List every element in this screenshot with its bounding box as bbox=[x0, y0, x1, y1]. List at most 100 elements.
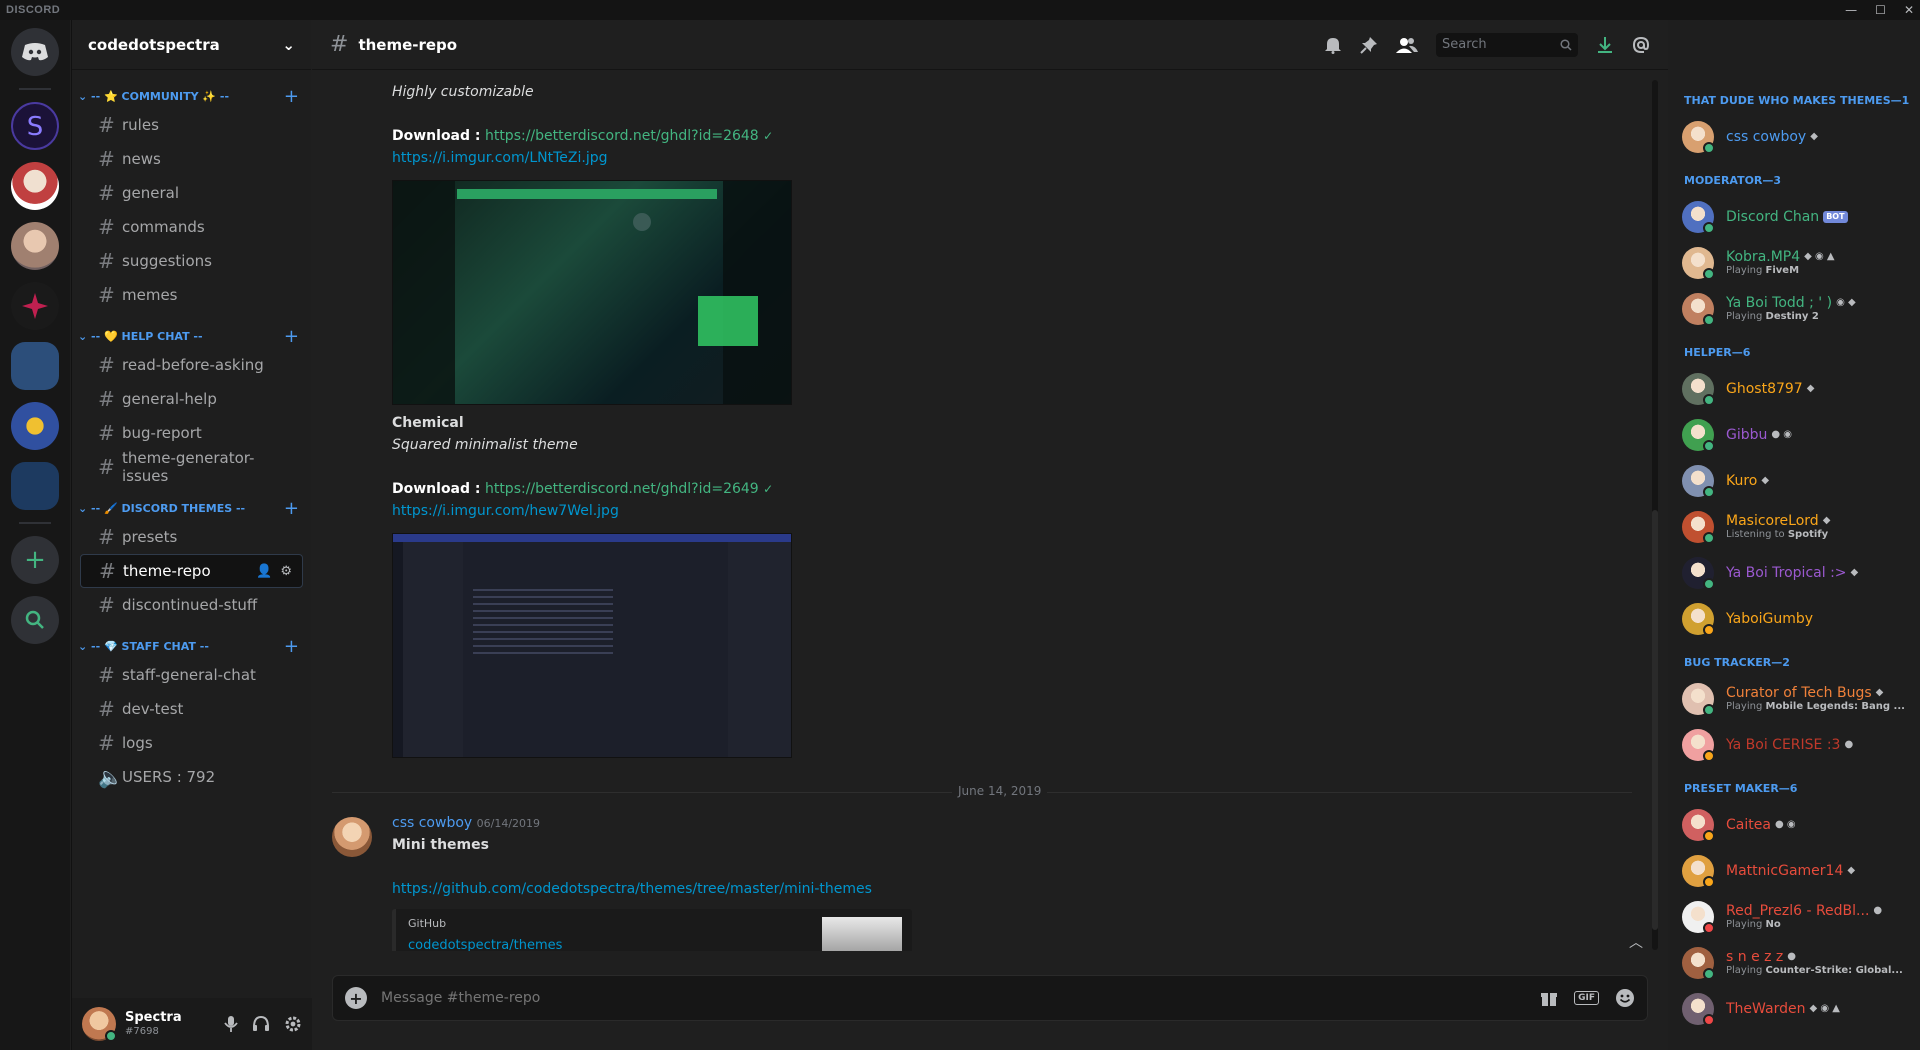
channel-item[interactable]: # memes bbox=[80, 278, 303, 312]
server-icon-3[interactable] bbox=[11, 222, 59, 270]
channel-item[interactable]: 🔈 USERS : 792 bbox=[80, 760, 303, 794]
server-icon-5[interactable] bbox=[11, 342, 59, 390]
member-list-icon[interactable] bbox=[1396, 36, 1418, 54]
download-icon[interactable] bbox=[1596, 36, 1614, 54]
member-item[interactable]: Ya Boi Tropical :> ◆ bbox=[1668, 550, 1920, 596]
close-icon[interactable]: ✕ bbox=[1904, 3, 1914, 17]
channel-item[interactable]: # suggestions bbox=[80, 244, 303, 278]
channel-category[interactable]: ⌄ -- 💛 HELP CHAT -- + bbox=[72, 324, 311, 348]
member-item[interactable]: TheWarden ◆ ◉ ▲ bbox=[1668, 986, 1920, 1032]
add-channel-icon[interactable]: + bbox=[284, 636, 299, 657]
channel-item[interactable]: # bug-report bbox=[80, 416, 303, 450]
svg-text:S: S bbox=[27, 112, 44, 141]
member-item[interactable]: Gibbu ● ◉ bbox=[1668, 412, 1920, 458]
gear-icon[interactable] bbox=[284, 1015, 302, 1033]
channel-item[interactable]: # staff-general-chat bbox=[80, 658, 303, 692]
mentions-icon[interactable] bbox=[1632, 36, 1650, 54]
member-item[interactable]: YaboiGumby bbox=[1668, 596, 1920, 642]
microphone-icon[interactable] bbox=[224, 1015, 238, 1033]
member-item[interactable]: MattnicGamer14 ◆ bbox=[1668, 848, 1920, 894]
message-scrollbar[interactable] bbox=[1652, 80, 1658, 950]
download-label: Download : bbox=[392, 128, 481, 144]
add-channel-icon[interactable]: + bbox=[284, 86, 299, 107]
message-author[interactable]: css cowboy bbox=[392, 815, 472, 831]
channel-item[interactable]: # read-before-asking bbox=[80, 348, 303, 382]
home-button[interactable] bbox=[11, 28, 59, 76]
channel-item[interactable]: # commands bbox=[80, 210, 303, 244]
member-item[interactable]: Ghost8797 ◆ bbox=[1668, 366, 1920, 412]
member-item[interactable]: Ya Boi CERISE :3 ● bbox=[1668, 722, 1920, 768]
member-item[interactable]: Kobra.MP4 ◆ ◉ ▲ Playing FiveM bbox=[1668, 240, 1920, 286]
upload-plus-button[interactable]: + bbox=[345, 987, 367, 1009]
member-item[interactable]: s n e z z ● Playing Counter-Strike: Global… bbox=[1668, 940, 1920, 986]
gif-button[interactable]: GIF bbox=[1574, 991, 1599, 1005]
member-item[interactable]: Red_Prezl6 - RedBl... ● Playing No bbox=[1668, 894, 1920, 940]
theme-preview-image[interactable] bbox=[392, 533, 792, 758]
member-avatar bbox=[1682, 809, 1715, 842]
channel-category[interactable]: ⌄ -- 🖌️ DISCORD THEMES -- + bbox=[72, 496, 311, 520]
github-link[interactable]: https://github.com/codedotspectra/themes… bbox=[392, 881, 872, 897]
channel-category[interactable]: ⌄ -- ⭐ COMMUNITY ✨ -- + bbox=[72, 84, 311, 108]
message-input[interactable] bbox=[381, 990, 1541, 1006]
channel-item[interactable]: # news bbox=[80, 142, 303, 176]
search-input[interactable]: Search bbox=[1436, 32, 1578, 57]
channel-name: theme-generator-issues bbox=[122, 449, 255, 485]
member-item[interactable]: Discord Chan BOT bbox=[1668, 194, 1920, 240]
gear-icon[interactable]: ⚙ bbox=[280, 564, 292, 579]
status-indicator bbox=[1703, 222, 1715, 234]
channel-item[interactable]: # logs bbox=[80, 726, 303, 760]
channel-hash-icon: # bbox=[98, 697, 115, 721]
image-link[interactable]: https://i.imgur.com/hew7Wel.jpg bbox=[392, 503, 619, 519]
download-line: Download : https://betterdiscord.net/ghd… bbox=[392, 128, 1292, 150]
server-icon-7[interactable] bbox=[11, 462, 59, 510]
add-channel-icon[interactable]: + bbox=[284, 498, 299, 519]
bell-icon[interactable] bbox=[1324, 36, 1342, 54]
channel-item[interactable]: # general bbox=[80, 176, 303, 210]
message-list[interactable]: Highly customizable Download : https://b… bbox=[312, 71, 1652, 951]
minimize-icon[interactable]: — bbox=[1845, 3, 1857, 17]
pin-icon[interactable] bbox=[1360, 36, 1378, 54]
channel-category[interactable]: ⌄ -- 💎 STAFF CHAT -- + bbox=[72, 634, 311, 658]
channel-item[interactable]: # theme-repo 👤 ⚙ bbox=[80, 554, 303, 588]
invite-icon[interactable]: 👤 bbox=[256, 564, 272, 579]
server-icon-galaxy[interactable] bbox=[11, 402, 59, 450]
member-item[interactable]: Kuro ◆ bbox=[1668, 458, 1920, 504]
scrollbar-thumb[interactable] bbox=[1652, 510, 1658, 930]
member-item[interactable]: Ya Boi Todd ; ' ) ◉ ◆ Playing Destiny 2 bbox=[1668, 286, 1920, 332]
channel-item[interactable]: # discontinued-stuff bbox=[80, 588, 303, 622]
author-avatar[interactable] bbox=[332, 817, 372, 857]
channel-item[interactable]: # presets bbox=[80, 520, 303, 554]
theme-preview-image[interactable] bbox=[392, 180, 792, 405]
download-link[interactable]: https://betterdiscord.net/ghdl?id=2648 bbox=[485, 128, 759, 144]
channel-name: commands bbox=[122, 218, 205, 236]
maximize-icon[interactable]: ☐ bbox=[1875, 3, 1886, 17]
chevron-down-icon[interactable]: ⌄ bbox=[282, 36, 295, 54]
add-server-button[interactable]: + bbox=[11, 536, 59, 584]
chevron-up-icon[interactable]: ︿ bbox=[1629, 932, 1643, 952]
gift-icon[interactable] bbox=[1540, 989, 1558, 1007]
channel-item[interactable]: # dev-test bbox=[80, 692, 303, 726]
download-link[interactable]: https://betterdiscord.net/ghdl?id=2649 bbox=[485, 481, 759, 497]
member-list: THAT DUDE WHO MAKES THEMES—1 css cowboy ◆ M… bbox=[1668, 20, 1920, 1050]
status-indicator bbox=[1703, 830, 1715, 842]
server-header[interactable]: codedotspectra ⌄ bbox=[72, 20, 311, 70]
server-icon-4[interactable] bbox=[11, 282, 59, 330]
member-item[interactable]: Curator of Tech Bugs ◆ Playing Mobile Lege… bbox=[1668, 676, 1920, 722]
channel-name: general-help bbox=[122, 390, 217, 408]
member-item[interactable]: Caitea ● ◉ bbox=[1668, 802, 1920, 848]
user-avatar[interactable] bbox=[82, 1007, 117, 1042]
explore-servers-button[interactable] bbox=[11, 596, 59, 644]
headphones-icon[interactable] bbox=[252, 1015, 270, 1033]
member-avatar bbox=[1682, 603, 1715, 636]
channel-item[interactable]: # theme-generator-issues bbox=[80, 449, 303, 485]
image-link[interactable]: https://i.imgur.com/LNtTeZi.jpg bbox=[392, 150, 608, 166]
channel-item[interactable]: # rules bbox=[80, 108, 303, 142]
channel-item[interactable]: # general-help bbox=[80, 382, 303, 416]
member-item[interactable]: MasicoreLord ◆ Listening to Spotify bbox=[1668, 504, 1920, 550]
add-channel-icon[interactable]: + bbox=[284, 326, 299, 347]
member-item[interactable]: css cowboy ◆ bbox=[1668, 114, 1920, 160]
server-icon-2[interactable] bbox=[11, 162, 59, 210]
role-badge-icons: ● bbox=[1787, 950, 1797, 962]
server-icon-codedotspectra[interactable]: S bbox=[11, 102, 59, 150]
emoji-icon[interactable] bbox=[1615, 988, 1635, 1008]
